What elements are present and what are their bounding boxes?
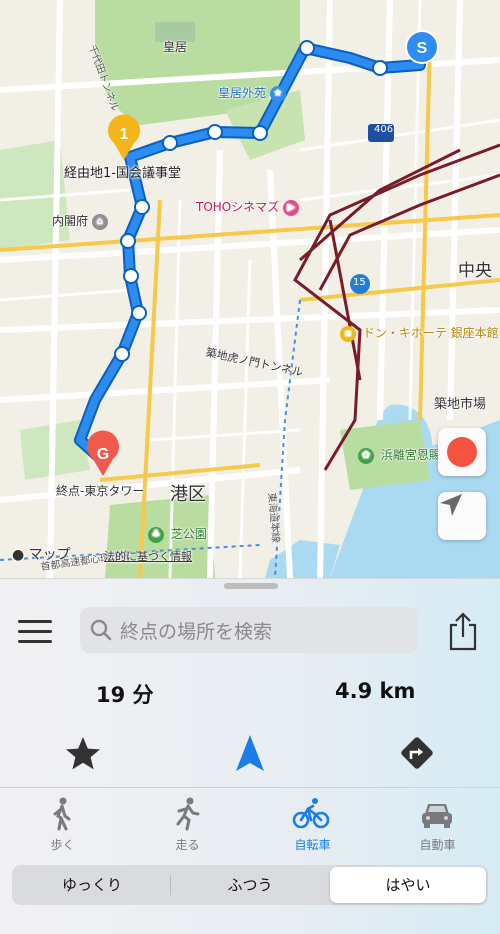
tab-bicycle[interactable]: 自転車 xyxy=(250,788,375,863)
route-shield-406: 406 xyxy=(374,124,394,135)
speed-fast[interactable]: はやい xyxy=(330,867,486,903)
map-label-naikakufu: 内閣府 ⌂ xyxy=(52,212,111,230)
map-label-tsukiji: 築地市場 xyxy=(434,397,487,412)
route-shield-15: 15 xyxy=(353,277,366,288)
legal-link[interactable]: 法的に基づく情報 xyxy=(104,548,192,564)
map-label-minato: 港区 xyxy=(170,484,206,505)
duration-value: 19 分 xyxy=(96,683,154,707)
map-label-kokyo: 皇居 xyxy=(163,40,188,54)
walk-icon xyxy=(53,797,71,831)
svg-text:1: 1 xyxy=(120,126,129,143)
tab-walk-label: 歩く xyxy=(50,838,75,852)
speed-slow[interactable]: ゆっくり xyxy=(14,867,170,903)
apple-maps-attribution: ● マップ xyxy=(12,547,71,563)
tab-car-label: 自動車 xyxy=(419,838,456,852)
map-label-hamarikyu: ✿ 浜離宮恩賜 xyxy=(358,446,441,464)
car-icon xyxy=(422,804,452,828)
svg-text:G: G xyxy=(97,446,109,463)
map-label-toho: TOHOシネマズ ▶ xyxy=(196,198,302,216)
speed-segmented-control: ゆっくり ふつう はやい xyxy=(12,865,488,905)
map-label-goal: 終点-東京タワー xyxy=(56,484,145,498)
tab-walk[interactable]: 歩く xyxy=(0,788,125,863)
map-label-donki: ▪ ドン・キホーテ 銀座本館 xyxy=(340,324,499,342)
map-view[interactable]: S 1 G 皇居 皇居外苑 ★ 経由地1-国会議事堂 内閣府 ⌂ TOHOシネマ… xyxy=(0,0,500,578)
share-button[interactable] xyxy=(448,611,478,651)
goal-marker[interactable]: G xyxy=(86,430,119,476)
share-icon xyxy=(449,612,477,651)
navigation-arrow-icon xyxy=(236,735,264,771)
speed-normal[interactable]: ふつう xyxy=(172,867,328,903)
menu-button[interactable] xyxy=(18,619,52,643)
start-marker[interactable]: S xyxy=(405,30,439,64)
star-icon xyxy=(66,737,100,770)
map-label-waypoint: 経由地1-国会議事堂 xyxy=(64,166,181,181)
tab-run-label: 走る xyxy=(175,838,200,852)
map-label-chuo: 中央 xyxy=(458,261,492,281)
search-input[interactable]: 終点の場所を検索 xyxy=(80,607,418,653)
park-poi-icon: ✿ xyxy=(358,447,374,464)
apple-logo-icon: ● xyxy=(12,547,25,563)
locate-button[interactable] xyxy=(438,492,486,540)
cinema-poi-icon: ▶ xyxy=(283,199,300,216)
hamburger-icon xyxy=(18,620,52,643)
search-icon xyxy=(90,619,112,641)
location-arrow-icon xyxy=(440,494,462,516)
transport-mode-tabs: 歩く 走る 自転車 自動車 xyxy=(0,787,500,863)
svg-text:S: S xyxy=(417,40,428,57)
bicycle-icon xyxy=(292,798,330,829)
map-label-shiba-park: ♣ 芝公園 xyxy=(148,525,207,543)
tab-bicycle-label: 自転車 xyxy=(294,838,331,852)
navigate-button[interactable] xyxy=(234,733,266,773)
drag-handle[interactable] xyxy=(224,583,278,589)
directions-button[interactable] xyxy=(397,733,437,773)
run-icon xyxy=(176,797,200,831)
tab-car[interactable]: 自動車 xyxy=(375,788,500,863)
record-button[interactable] xyxy=(438,428,486,476)
turn-right-icon xyxy=(401,737,433,769)
search-placeholder: 終点の場所を検索 xyxy=(120,620,273,643)
segment-divider xyxy=(170,875,171,895)
star-poi-icon: ★ xyxy=(269,85,286,102)
park-poi-icon: ♣ xyxy=(148,526,164,543)
route-panel: 終点の場所を検索 19 分 4.9 km 歩く 走る 自転車 自動車 ゆっくり … xyxy=(0,578,500,934)
shopping-poi-icon: ▪ xyxy=(340,325,356,342)
building-poi-icon: ⌂ xyxy=(91,213,108,230)
distance-value: 4.9 km xyxy=(335,679,416,703)
tab-run[interactable]: 走る xyxy=(125,788,250,863)
record-icon xyxy=(447,437,477,467)
map-label-kokyo-gaien: 皇居外苑 ★ xyxy=(218,84,289,102)
favorite-button[interactable] xyxy=(64,735,102,773)
